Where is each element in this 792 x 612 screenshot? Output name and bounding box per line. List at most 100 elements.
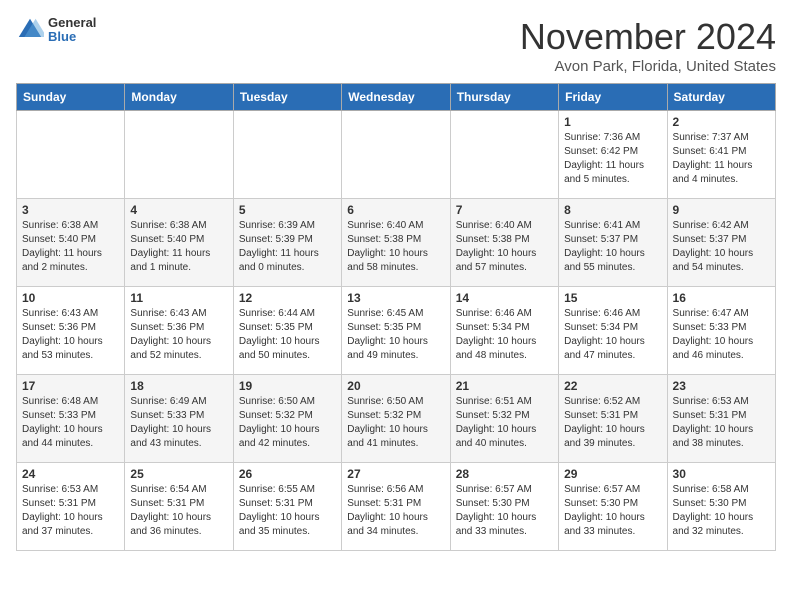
day-cell: 1 Sunrise: 7:36 AM Sunset: 6:42 PM Daylig… — [559, 111, 667, 199]
day-info: Sunrise: 7:36 AM Sunset: 6:42 PM Dayligh… — [564, 131, 661, 187]
day-cell: 16Sunrise: 6:47 AM Sunset: 5:33 PM Dayli… — [667, 287, 775, 375]
day-cell: 23 Sunrise: 6:53 AM Sunset: 5:31 PM Dayli… — [667, 375, 775, 463]
day-info: Sunrise: 6:48 AM Sunset: 5:33 PM Dayligh… — [22, 395, 119, 451]
day-info: Sunrise: 6:45 AM Sunset: 5:35 PM Dayligh… — [347, 307, 444, 363]
day-info: Sunrise: 6:55 AM Sunset: 5:31 PM Dayligh… — [239, 483, 336, 539]
day-info: Sunrise: 6:46 AM Sunset: 5:34 PM Dayligh… — [564, 307, 661, 363]
day-cell: 4 Sunrise: 6:38 AM Sunset: 5:40 PM Daylig… — [125, 199, 233, 287]
day-cell: 5 Sunrise: 6:39 AM Sunset: 5:39 PM Daylig… — [233, 199, 341, 287]
day-info: Sunrise: 6:57 AM Sunset: 5:30 PM Dayligh… — [456, 483, 553, 539]
month-title: November 2024 — [520, 16, 776, 58]
location: Avon Park, Florida, United States — [520, 58, 776, 75]
logo-icon — [16, 16, 44, 44]
day-number: 7 — [456, 203, 553, 217]
day-cell — [450, 111, 558, 199]
day-number: 28 — [456, 467, 553, 481]
day-info: Sunrise: 6:53 AM Sunset: 5:31 PM Dayligh… — [673, 395, 770, 451]
logo-text: General Blue — [48, 16, 96, 45]
day-info: Sunrise: 7:37 AM Sunset: 6:41 PM Dayligh… — [673, 131, 770, 187]
day-cell: 7 Sunrise: 6:40 AM Sunset: 5:38 PM Daylig… — [450, 199, 558, 287]
day-number: 25 — [130, 467, 227, 481]
day-number: 1 — [564, 115, 661, 129]
day-number: 18 — [130, 379, 227, 393]
week-row-2: 3 Sunrise: 6:38 AM Sunset: 5:40 PM Daylig… — [17, 199, 776, 287]
day-number: 17 — [22, 379, 119, 393]
day-number: 2 — [673, 115, 770, 129]
title-block: November 2024 Avon Park, Florida, United… — [520, 16, 776, 75]
day-number: 15 — [564, 291, 661, 305]
day-cell: 27Sunrise: 6:56 AM Sunset: 5:31 PM Dayli… — [342, 463, 450, 551]
day-cell — [233, 111, 341, 199]
day-number: 4 — [130, 203, 227, 217]
day-cell: 26 Sunrise: 6:55 AM Sunset: 5:31 PM Dayli… — [233, 463, 341, 551]
day-info: Sunrise: 6:50 AM Sunset: 5:32 PM Dayligh… — [347, 395, 444, 451]
day-cell: 6Sunrise: 6:40 AM Sunset: 5:38 PM Daylig… — [342, 199, 450, 287]
day-number: 3 — [22, 203, 119, 217]
week-row-5: 24Sunrise: 6:53 AM Sunset: 5:31 PM Dayli… — [17, 463, 776, 551]
day-info: Sunrise: 6:44 AM Sunset: 5:35 PM Dayligh… — [239, 307, 336, 363]
day-info: Sunrise: 6:41 AM Sunset: 5:37 PM Dayligh… — [564, 219, 661, 275]
week-row-3: 10 Sunrise: 6:43 AM Sunset: 5:36 PM Dayli… — [17, 287, 776, 375]
day-cell: 15 Sunrise: 6:46 AM Sunset: 5:34 PM Dayli… — [559, 287, 667, 375]
day-cell: 20 Sunrise: 6:50 AM Sunset: 5:32 PM Dayli… — [342, 375, 450, 463]
day-info: Sunrise: 6:51 AM Sunset: 5:32 PM Dayligh… — [456, 395, 553, 451]
day-cell: 19Sunrise: 6:50 AM Sunset: 5:32 PM Dayli… — [233, 375, 341, 463]
day-number: 5 — [239, 203, 336, 217]
day-number: 13 — [347, 291, 444, 305]
weekday-header-wednesday: Wednesday — [342, 84, 450, 111]
day-cell: 8 Sunrise: 6:41 AM Sunset: 5:37 PM Daylig… — [559, 199, 667, 287]
day-info: Sunrise: 6:43 AM Sunset: 5:36 PM Dayligh… — [130, 307, 227, 363]
day-number: 9 — [673, 203, 770, 217]
day-info: Sunrise: 6:39 AM Sunset: 5:39 PM Dayligh… — [239, 219, 336, 275]
day-number: 20 — [347, 379, 444, 393]
day-cell: 18Sunrise: 6:49 AM Sunset: 5:33 PM Dayli… — [125, 375, 233, 463]
page-header: General Blue November 2024 Avon Park, Fl… — [16, 16, 776, 75]
day-cell: 9 Sunrise: 6:42 AM Sunset: 5:37 PM Daylig… — [667, 199, 775, 287]
day-number: 10 — [22, 291, 119, 305]
day-cell: 28 Sunrise: 6:57 AM Sunset: 5:30 PM Dayli… — [450, 463, 558, 551]
day-number: 21 — [456, 379, 553, 393]
day-cell: 22 Sunrise: 6:52 AM Sunset: 5:31 PM Dayli… — [559, 375, 667, 463]
week-row-4: 17 Sunrise: 6:48 AM Sunset: 5:33 PM Dayli… — [17, 375, 776, 463]
day-cell: 13 Sunrise: 6:45 AM Sunset: 5:35 PM Dayli… — [342, 287, 450, 375]
day-info: Sunrise: 6:50 AM Sunset: 5:32 PM Dayligh… — [239, 395, 336, 451]
week-row-1: 1 Sunrise: 7:36 AM Sunset: 6:42 PM Daylig… — [17, 111, 776, 199]
day-cell: 29Sunrise: 6:57 AM Sunset: 5:30 PM Dayli… — [559, 463, 667, 551]
day-info: Sunrise: 6:57 AM Sunset: 5:30 PM Dayligh… — [564, 483, 661, 539]
day-number: 26 — [239, 467, 336, 481]
weekday-header-row: SundayMondayTuesdayWednesdayThursdayFrid… — [17, 84, 776, 111]
day-info: Sunrise: 6:40 AM Sunset: 5:38 PM Dayligh… — [456, 219, 553, 275]
day-info: Sunrise: 6:40 AM Sunset: 5:38 PM Dayligh… — [347, 219, 444, 275]
day-number: 14 — [456, 291, 553, 305]
logo: General Blue — [16, 16, 96, 45]
day-info: Sunrise: 6:38 AM Sunset: 5:40 PM Dayligh… — [130, 219, 227, 275]
weekday-header-thursday: Thursday — [450, 84, 558, 111]
day-cell: 12 Sunrise: 6:44 AM Sunset: 5:35 PM Dayli… — [233, 287, 341, 375]
day-info: Sunrise: 6:43 AM Sunset: 5:36 PM Dayligh… — [22, 307, 119, 363]
day-cell — [17, 111, 125, 199]
weekday-header-friday: Friday — [559, 84, 667, 111]
day-info: Sunrise: 6:54 AM Sunset: 5:31 PM Dayligh… — [130, 483, 227, 539]
day-cell: 17 Sunrise: 6:48 AM Sunset: 5:33 PM Dayli… — [17, 375, 125, 463]
weekday-header-sunday: Sunday — [17, 84, 125, 111]
day-cell: 24Sunrise: 6:53 AM Sunset: 5:31 PM Dayli… — [17, 463, 125, 551]
day-number: 23 — [673, 379, 770, 393]
day-info: Sunrise: 6:42 AM Sunset: 5:37 PM Dayligh… — [673, 219, 770, 275]
day-number: 22 — [564, 379, 661, 393]
day-number: 24 — [22, 467, 119, 481]
day-cell: 2 Sunrise: 7:37 AM Sunset: 6:41 PM Daylig… — [667, 111, 775, 199]
day-info: Sunrise: 6:46 AM Sunset: 5:34 PM Dayligh… — [456, 307, 553, 363]
weekday-header-tuesday: Tuesday — [233, 84, 341, 111]
day-info: Sunrise: 6:58 AM Sunset: 5:30 PM Dayligh… — [673, 483, 770, 539]
day-info: Sunrise: 6:38 AM Sunset: 5:40 PM Dayligh… — [22, 219, 119, 275]
day-number: 12 — [239, 291, 336, 305]
day-number: 16 — [673, 291, 770, 305]
day-cell: 3 Sunrise: 6:38 AM Sunset: 5:40 PM Daylig… — [17, 199, 125, 287]
day-info: Sunrise: 6:52 AM Sunset: 5:31 PM Dayligh… — [564, 395, 661, 451]
day-cell: 14 Sunrise: 6:46 AM Sunset: 5:34 PM Dayli… — [450, 287, 558, 375]
weekday-header-saturday: Saturday — [667, 84, 775, 111]
day-number: 8 — [564, 203, 661, 217]
day-cell: 11Sunrise: 6:43 AM Sunset: 5:36 PM Dayli… — [125, 287, 233, 375]
day-cell: 30Sunrise: 6:58 AM Sunset: 5:30 PM Dayli… — [667, 463, 775, 551]
day-cell: 25 Sunrise: 6:54 AM Sunset: 5:31 PM Dayli… — [125, 463, 233, 551]
